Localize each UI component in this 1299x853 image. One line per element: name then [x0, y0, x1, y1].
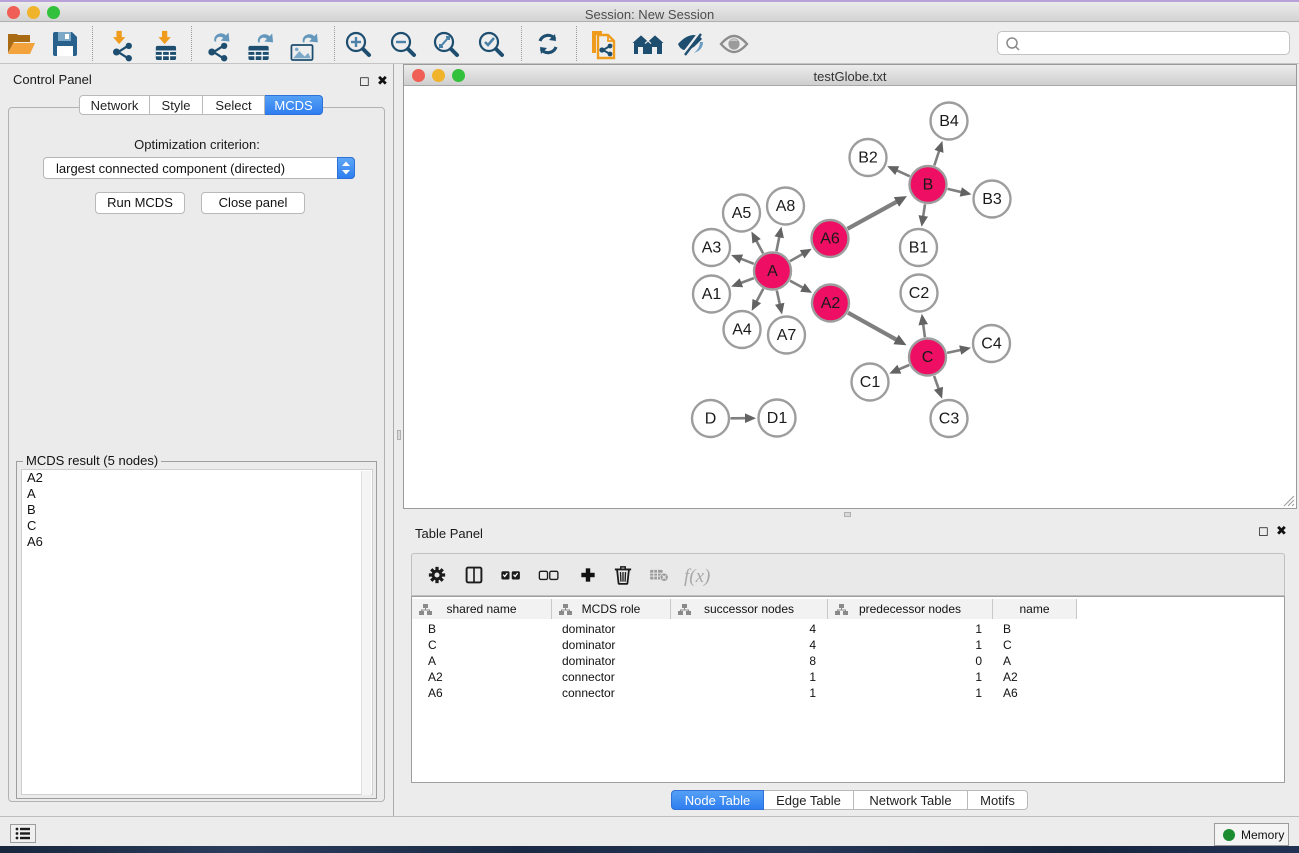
- svg-text:C1: C1: [860, 374, 881, 391]
- svg-text:B3: B3: [982, 191, 1002, 208]
- svg-text:B1: B1: [909, 240, 929, 257]
- svg-text:B2: B2: [858, 150, 878, 167]
- svg-text:A2: A2: [821, 295, 841, 312]
- svg-text:C3: C3: [939, 411, 960, 428]
- svg-text:B: B: [923, 177, 934, 194]
- svg-text:A8: A8: [776, 198, 796, 215]
- svg-text:A1: A1: [702, 286, 722, 303]
- svg-text:D1: D1: [767, 410, 788, 427]
- svg-text:B4: B4: [939, 113, 959, 130]
- svg-text:A6: A6: [820, 231, 840, 248]
- svg-text:A4: A4: [732, 322, 752, 339]
- svg-text:A5: A5: [732, 205, 752, 222]
- svg-text:A7: A7: [777, 327, 797, 344]
- svg-text:A3: A3: [702, 240, 722, 257]
- svg-text:C2: C2: [909, 285, 930, 302]
- svg-text:C: C: [922, 349, 934, 366]
- svg-text:D: D: [705, 411, 717, 428]
- svg-text:A: A: [767, 263, 778, 280]
- svg-text:C4: C4: [981, 336, 1002, 353]
- svg-text:f(x): f(x): [684, 566, 710, 587]
